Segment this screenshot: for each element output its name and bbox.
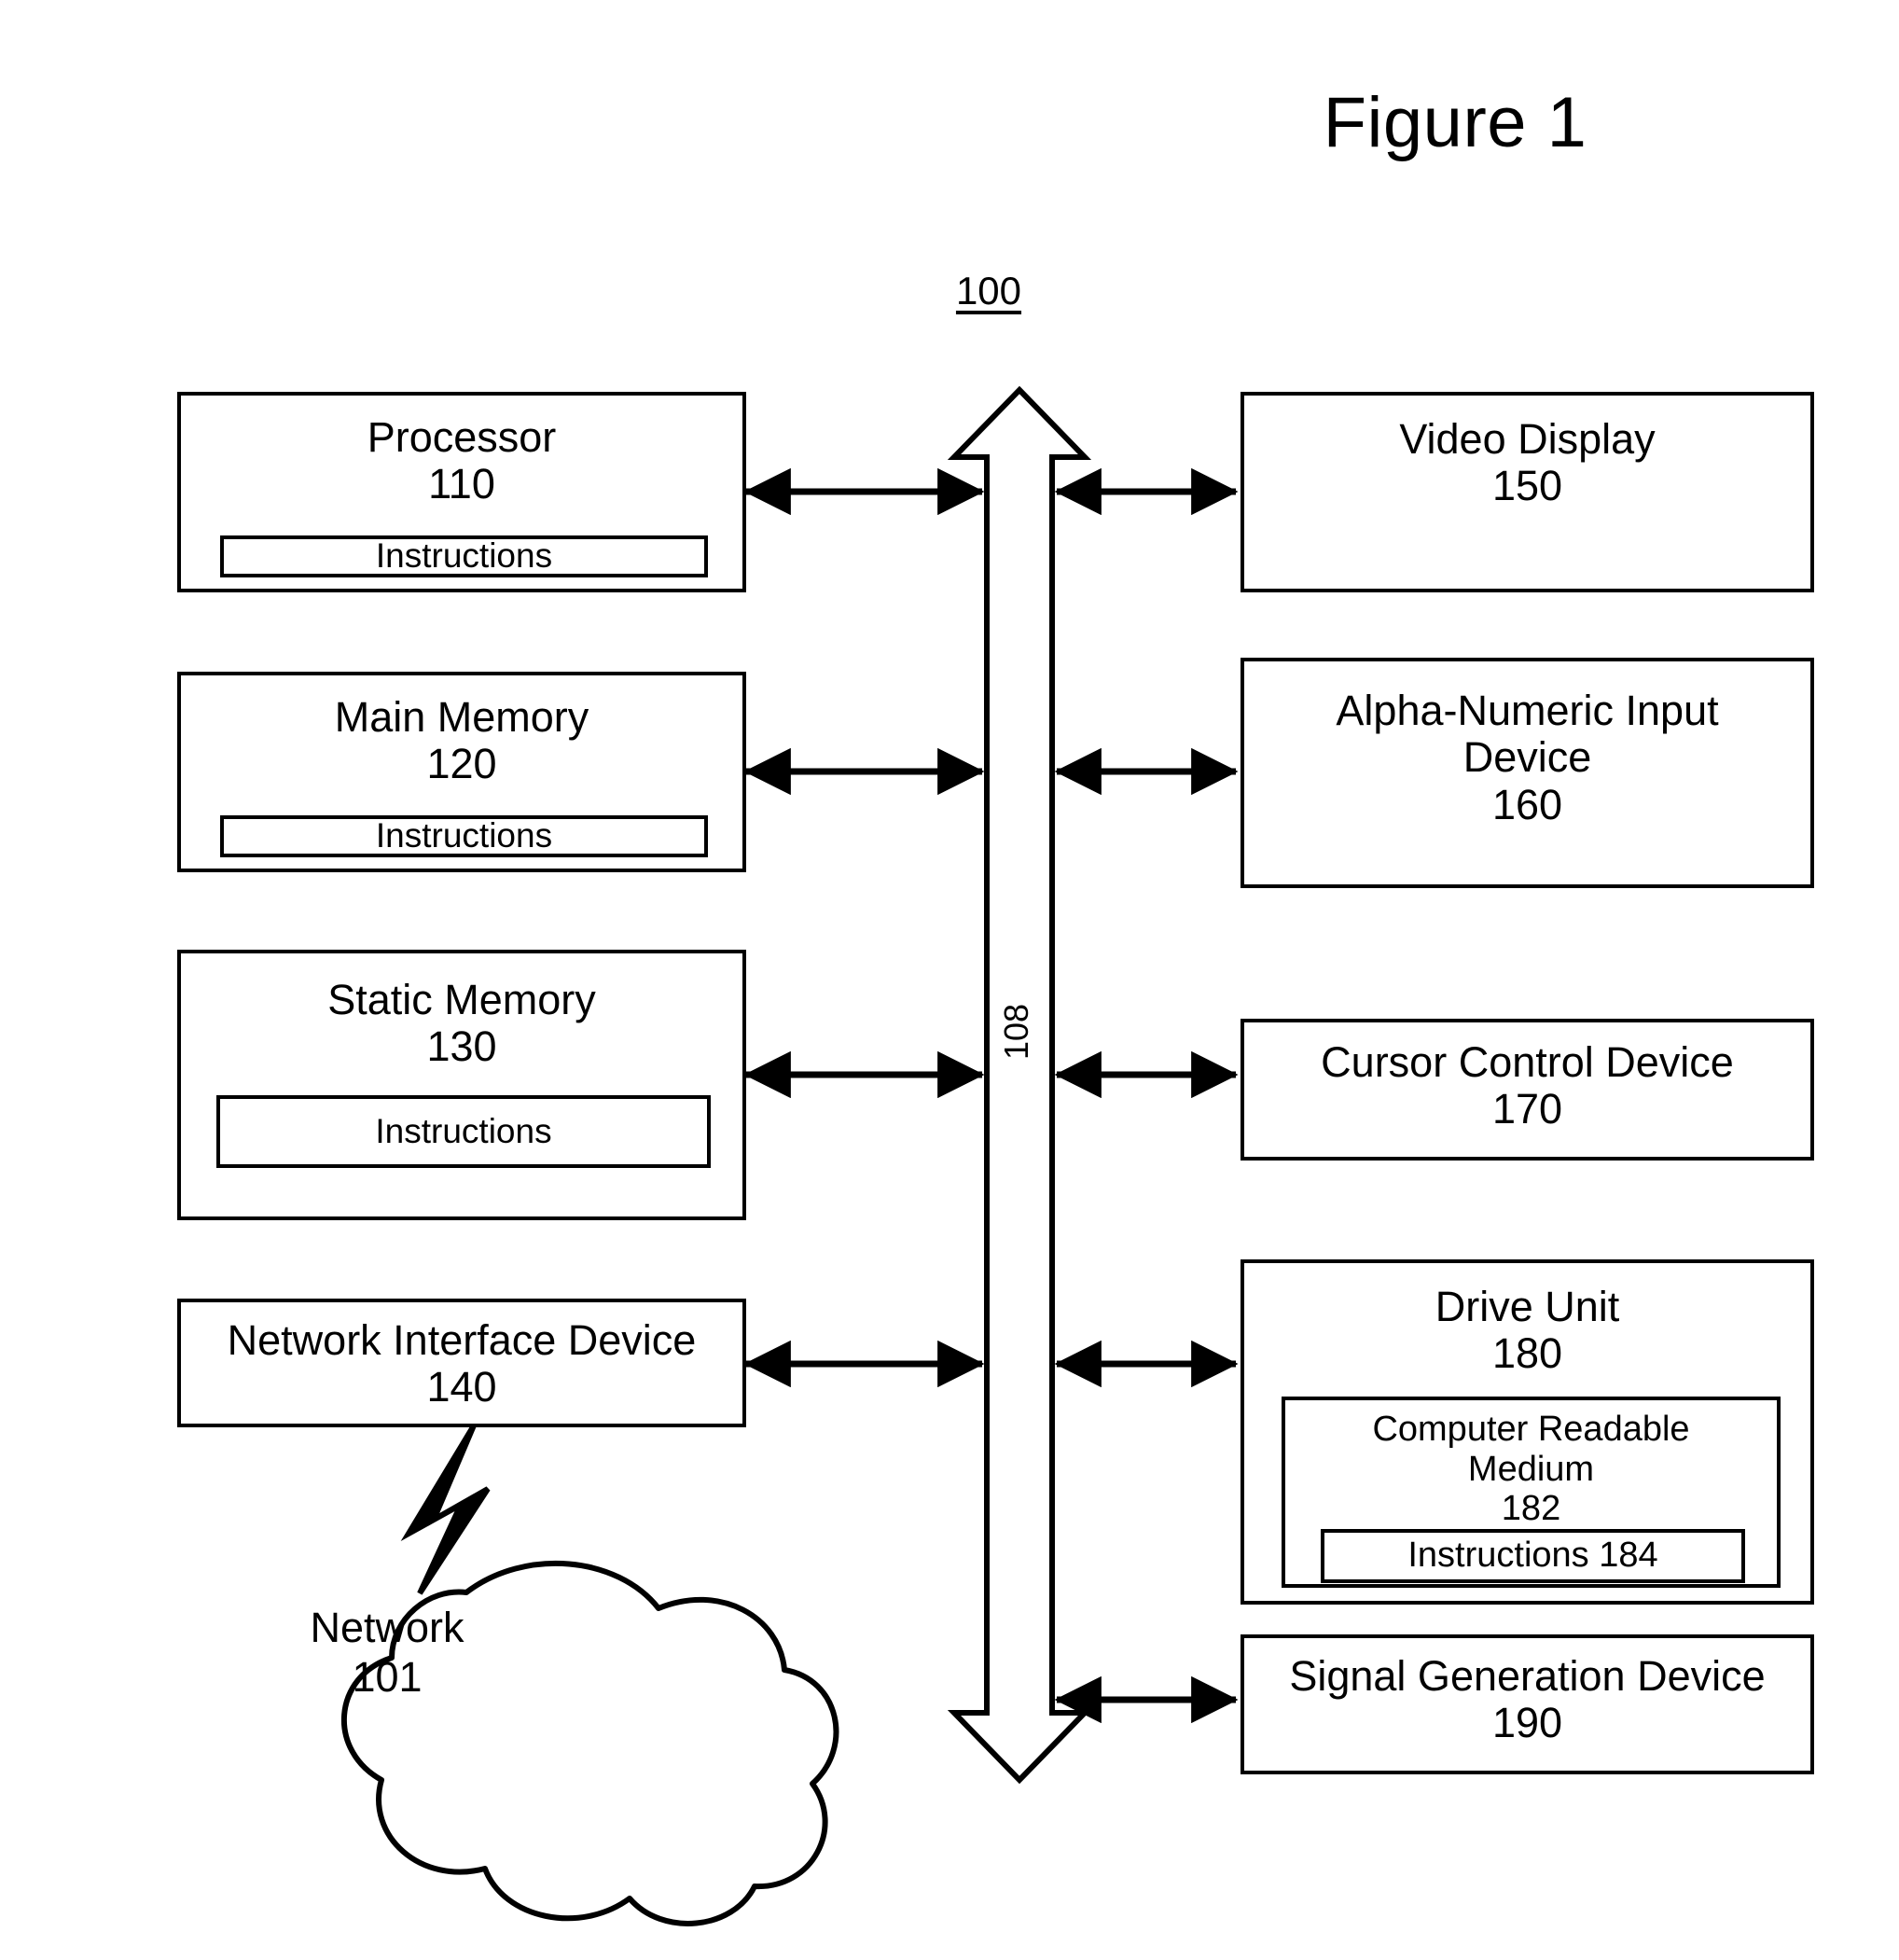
block-network-interface-device-ref: 140	[426, 1363, 497, 1411]
block-drive-unit-title: Drive Unit	[1435, 1283, 1620, 1330]
block-computer-readable-medium[interactable]: Computer Readable Medium 182 Instruction…	[1282, 1397, 1781, 1588]
network-cloud-ref: 101	[352, 1653, 423, 1702]
block-signal-generation-device[interactable]: Signal Generation Device 190	[1241, 1634, 1814, 1774]
block-static-memory-title: Static Memory	[327, 976, 596, 1023]
block-static-memory-ref: 130	[426, 1022, 497, 1071]
patent-figure-canvas: Figure 1 100 108 Processor 110 Instructi…	[0, 0, 1899, 1960]
block-signal-generation-device-title: Signal Generation Device	[1289, 1652, 1766, 1700]
system-reference-numeral: 100	[955, 269, 1022, 313]
system-bus-arrow	[947, 385, 1092, 1785]
network-cloud-name: Network	[310, 1604, 464, 1651]
block-video-display[interactable]: Video Display 150	[1241, 392, 1814, 592]
block-main-memory-title: Main Memory	[334, 693, 589, 741]
block-main-memory-instructions[interactable]: Instructions	[220, 815, 708, 857]
block-main-memory-instructions-label: Instructions	[375, 816, 553, 855]
bus-reference-numeral: 108	[997, 1003, 1035, 1061]
lightning-bolt-icon	[400, 1424, 491, 1595]
block-processor-ref: 110	[428, 460, 495, 508]
block-video-display-ref: 150	[1491, 462, 1563, 510]
block-computer-readable-medium-ref: 182	[1501, 1489, 1561, 1529]
block-network-interface-device[interactable]: Network Interface Device 140	[177, 1299, 746, 1427]
block-static-memory[interactable]: Static Memory 130 Instructions	[177, 950, 746, 1220]
block-static-memory-instructions[interactable]: Instructions	[216, 1095, 711, 1168]
block-cursor-control-device[interactable]: Cursor Control Device 170	[1241, 1019, 1814, 1161]
block-main-memory-ref: 120	[426, 740, 497, 788]
block-alpha-numeric-input-device-ref: 160	[1491, 780, 1563, 828]
block-crm-instructions[interactable]: Instructions 184	[1321, 1529, 1745, 1583]
block-signal-generation-device-ref: 190	[1491, 1699, 1563, 1747]
block-computer-readable-medium-title: Computer Readable Medium	[1372, 1410, 1690, 1489]
block-video-display-title: Video Display	[1399, 415, 1656, 463]
block-cursor-control-device-ref: 170	[1491, 1085, 1563, 1133]
block-alpha-numeric-input-device[interactable]: Alpha-Numeric Input Device 160	[1241, 658, 1814, 888]
network-cloud-label: Network 101	[215, 1603, 560, 1702]
block-crm-instructions-label: Instructions 184	[1407, 1536, 1658, 1576]
figure-title: Figure 1	[1323, 83, 1587, 162]
block-processor-title: Processor	[367, 413, 557, 461]
block-drive-unit-ref: 180	[1491, 1329, 1563, 1378]
block-main-memory[interactable]: Main Memory 120 Instructions	[177, 672, 746, 872]
block-processor[interactable]: Processor 110 Instructions	[177, 392, 746, 592]
block-cursor-control-device-title: Cursor Control Device	[1321, 1038, 1734, 1086]
block-network-interface-device-title: Network Interface Device	[227, 1316, 697, 1364]
block-static-memory-instructions-label: Instructions	[375, 1111, 552, 1150]
block-alpha-numeric-input-device-title: Alpha-Numeric Input Device	[1336, 687, 1719, 782]
block-processor-instructions-label: Instructions	[375, 536, 553, 576]
block-processor-instructions[interactable]: Instructions	[220, 535, 708, 577]
block-drive-unit[interactable]: Drive Unit 180 Computer Readable Medium …	[1241, 1259, 1814, 1605]
